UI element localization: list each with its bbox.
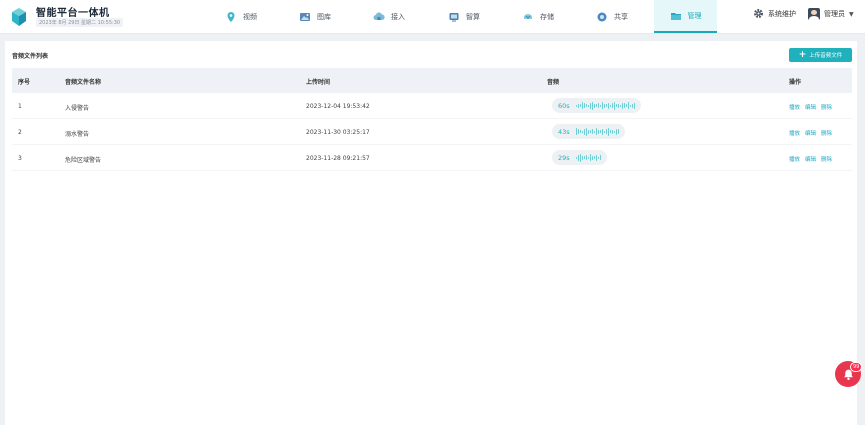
row-actions: 播放 编辑 删除 <box>789 155 832 163</box>
plus-icon: + <box>798 49 807 60</box>
row-upload-time: 2023-11-30 03:25:17 <box>306 129 370 136</box>
user-name: 管理员 <box>824 10 845 18</box>
upload-audio-button[interactable]: + 上传音频文件 <box>789 48 852 62</box>
edit-button[interactable]: 编辑 <box>805 129 816 137</box>
play-button[interactable]: 播放 <box>789 129 800 137</box>
audio-player[interactable]: 29s <box>552 150 607 165</box>
nav-label: 图库 <box>317 12 331 21</box>
system-maintenance-label: 系统维护 <box>768 9 796 18</box>
folder-icon <box>670 12 681 20</box>
location-pin-icon <box>227 11 235 22</box>
column-header-index: 序号 <box>18 79 31 86</box>
audio-file-panel: 音频文件列表 + 上传音频文件 序号 音频文件名称 上传时间 音频 操作 1 入… <box>5 41 857 425</box>
panel-title: 音频文件列表 <box>12 53 49 60</box>
nav-video[interactable]: 视频 <box>225 0 257 33</box>
row-file-name: 溺水警告 <box>65 131 90 138</box>
nav-label: 接入 <box>391 12 405 21</box>
nav-label: 管理 <box>687 11 702 20</box>
cloud-access-icon <box>373 11 385 20</box>
gear-icon <box>754 9 763 18</box>
waveform-icon <box>575 127 619 137</box>
column-header-actions: 操作 <box>789 79 802 86</box>
delete-button[interactable]: 删除 <box>821 103 832 111</box>
delete-button[interactable]: 删除 <box>821 129 832 137</box>
nav-share[interactable]: 共享 <box>596 0 628 33</box>
audio-duration: 29s <box>558 153 570 162</box>
edit-button[interactable]: 编辑 <box>805 103 816 111</box>
table-row: 2 溺水警告 2023-11-30 03:25:17 43s 播放 编辑 删除 <box>12 120 852 145</box>
waveform-icon <box>575 153 601 163</box>
nav-gallery[interactable]: 图库 <box>299 0 331 33</box>
app-title: 智能平台一体机 <box>36 8 110 19</box>
delete-button[interactable]: 删除 <box>821 155 832 163</box>
row-upload-time: 2023-11-28 09:21:57 <box>306 155 370 162</box>
column-header-name: 音频文件名称 <box>65 79 102 86</box>
column-header-time: 上传时间 <box>306 79 331 86</box>
row-actions: 播放 编辑 删除 <box>789 103 832 111</box>
row-file-name: 入侵警告 <box>65 105 90 112</box>
row-upload-time: 2023-12-04 19:53:42 <box>306 103 370 110</box>
system-maintenance-button[interactable]: 系统维护 <box>753 8 796 19</box>
nav-manage[interactable]: 管理 <box>654 0 717 33</box>
nav-access[interactable]: 接入 <box>373 0 405 33</box>
avatar <box>808 8 820 20</box>
notification-count-badge: 99 <box>850 362 863 372</box>
nav-compute[interactable]: 智算 <box>448 0 480 33</box>
nav-label: 存储 <box>540 12 554 21</box>
image-gallery-icon <box>300 12 310 21</box>
table-row: 1 入侵警告 2023-12-04 19:53:42 60s 播放 编辑 删除 <box>12 94 852 119</box>
user-menu[interactable]: 管理员 ▼ <box>808 8 854 20</box>
play-button[interactable]: 播放 <box>789 103 800 111</box>
audio-duration: 60s <box>558 101 570 110</box>
row-index: 3 <box>18 155 22 162</box>
edit-button[interactable]: 编辑 <box>805 155 816 163</box>
nav-label: 智算 <box>466 12 480 21</box>
chevron-down-icon: ▼ <box>849 10 854 18</box>
nav-label: 共享 <box>614 12 628 21</box>
current-datetime: 2023年 8月 29日 星期二 10:55:30 <box>36 18 124 27</box>
row-actions: 播放 编辑 删除 <box>789 129 832 137</box>
top-header: 智能平台一体机 2023年 8月 29日 星期二 10:55:30 视频 图库 … <box>0 0 865 34</box>
row-index: 1 <box>18 103 22 110</box>
nav-storage[interactable]: 存储 <box>522 0 554 33</box>
compute-icon <box>449 12 459 21</box>
audio-player[interactable]: 60s <box>552 98 641 113</box>
storage-icon <box>524 13 532 19</box>
audio-duration: 43s <box>558 127 570 136</box>
audio-player[interactable]: 43s <box>552 124 625 139</box>
row-file-name: 危险区域警告 <box>65 157 102 164</box>
play-button[interactable]: 播放 <box>789 155 800 163</box>
logo-icon <box>12 8 26 26</box>
row-index: 2 <box>18 129 22 136</box>
waveform-icon <box>575 101 635 111</box>
table-row: 3 危险区域警告 2023-11-28 09:21:57 29s 播放 编辑 删… <box>12 146 852 171</box>
share-icon <box>597 12 607 21</box>
column-header-audio: 音频 <box>547 79 560 86</box>
nav-label: 视频 <box>243 12 257 21</box>
upload-audio-label: 上传音频文件 <box>809 53 843 59</box>
table-header: 序号 音频文件名称 上传时间 音频 操作 <box>12 68 852 93</box>
